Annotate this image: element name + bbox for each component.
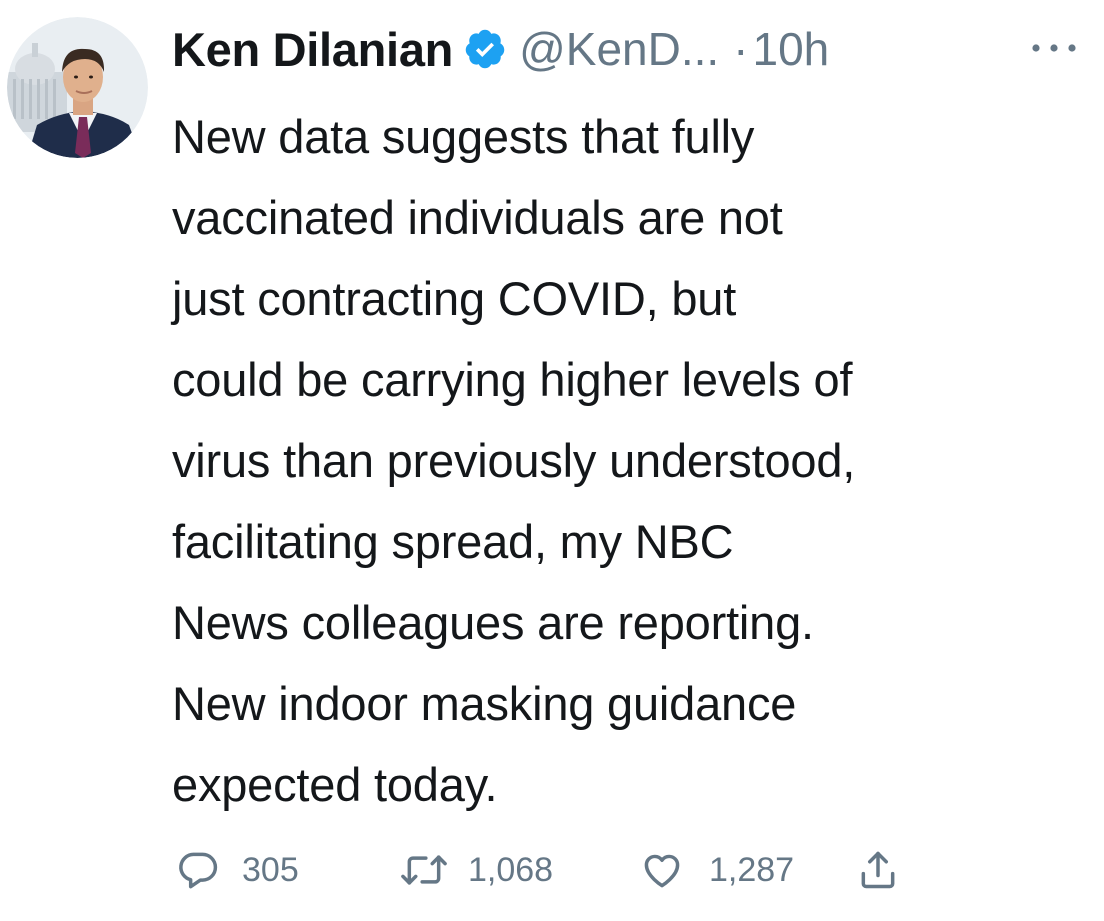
tweet-text-line: New indoor masking guidance <box>172 677 797 730</box>
tweet-text-line: just contracting COVID, but <box>172 272 737 325</box>
tweet-text-line: News colleagues are reporting. <box>172 596 814 649</box>
tweet-text: New data suggests that fully vaccinated … <box>172 96 1097 825</box>
verified-badge-icon <box>463 27 507 71</box>
separator-dot: · <box>733 23 749 75</box>
retweet-button[interactable]: 1,068 <box>398 845 553 895</box>
reply-button[interactable]: 305 <box>176 845 299 895</box>
like-count: 1,287 <box>709 850 795 889</box>
reply-icon <box>176 848 220 892</box>
tweet-text-line: vaccinated individuals are not <box>172 191 783 244</box>
author-avatar[interactable] <box>7 17 148 158</box>
avatar-image <box>7 17 148 158</box>
tweet-timestamp[interactable]: 10h <box>753 22 830 76</box>
like-button[interactable]: 1,287 <box>639 845 794 895</box>
more-options-icon[interactable] <box>1028 38 1080 58</box>
tweet-actions: 305 1,068 1,287 <box>176 845 956 895</box>
tweet-text-line: expected today. <box>172 758 498 811</box>
tweet-header: Ken Dilanian @KenD... · 10h <box>172 14 1097 84</box>
author-name[interactable]: Ken Dilanian <box>172 22 453 77</box>
heart-icon <box>639 848 685 892</box>
author-handle[interactable]: @KenD... <box>519 22 719 76</box>
retweet-icon <box>398 848 450 892</box>
tweet-text-line: could be carrying higher levels of <box>172 353 853 406</box>
share-icon <box>856 847 900 893</box>
reply-count: 305 <box>242 850 299 889</box>
share-button[interactable] <box>856 845 900 895</box>
tweet[interactable]: Ken Dilanian @KenD... · 10h New data sug… <box>0 0 1104 921</box>
tweet-text-line: virus than previously understood, <box>172 434 856 487</box>
retweet-count: 1,068 <box>468 850 554 889</box>
tweet-text-line: New data suggests that fully <box>172 110 755 163</box>
tweet-text-line: facilitating spread, my NBC <box>172 515 734 568</box>
